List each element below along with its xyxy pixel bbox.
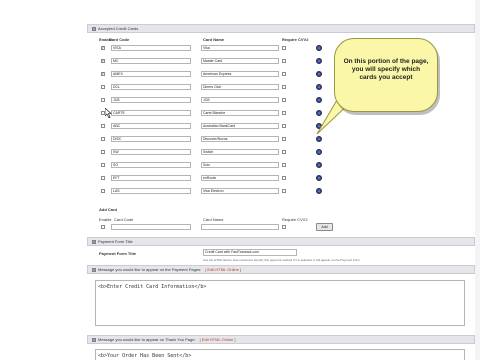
- card-name-input[interactable]: Visa: [201, 45, 279, 51]
- card-enable-checkbox[interactable]: ✓: [101, 72, 105, 76]
- card-name-input[interactable]: Diners Club: [201, 84, 279, 90]
- add-code-label: Card Code: [114, 217, 134, 222]
- card-code-input[interactable]: AMEX: [111, 71, 191, 77]
- card-cvv-checkbox[interactable]: [282, 59, 286, 63]
- card-code-input[interactable]: CARTE: [111, 110, 191, 116]
- card-cvv-checkbox[interactable]: [282, 137, 286, 141]
- card-name-input[interactable]: enRoute: [201, 175, 279, 181]
- column-code: Card Code: [109, 37, 130, 42]
- card-cvv-checkbox[interactable]: [282, 72, 286, 76]
- card-code-input[interactable]: SO: [111, 162, 191, 168]
- delete-card-icon[interactable]: ×: [316, 149, 322, 155]
- card-name-input[interactable]: Australian BankCard: [201, 123, 279, 129]
- card-name-input[interactable]: Visa Electron: [201, 188, 279, 194]
- card-code-input[interactable]: ABC: [111, 123, 191, 129]
- thankyou-message-textarea[interactable]: <b>Your Order Has Been Sent</b>: [95, 349, 465, 360]
- card-name-input[interactable]: Carte Blanche: [201, 110, 279, 116]
- card-enable-checkbox[interactable]: [101, 163, 105, 167]
- card-enable-checkbox[interactable]: [101, 124, 105, 128]
- delete-card-icon[interactable]: ×: [316, 162, 322, 168]
- add-cvv-label: Require CVV2: [282, 217, 308, 222]
- add-enable-label: Enable: [99, 217, 112, 222]
- card-cvv-checkbox[interactable]: [282, 176, 286, 180]
- card-name-input[interactable]: American Express: [201, 71, 279, 77]
- card-row: LAS Visa Electron ×: [87, 188, 387, 196]
- card-enable-checkbox[interactable]: ✓: [101, 59, 105, 63]
- left-margin: [0, 0, 87, 360]
- payment-message-edit-link[interactable]: [ Edit HTML Online ]: [205, 267, 241, 272]
- delete-card-icon[interactable]: ×: [316, 71, 322, 77]
- payment-message-header: Message you would like to appear on the …: [87, 265, 475, 274]
- card-row: SW Switch ×: [87, 149, 387, 157]
- right-scrollbar[interactable]: [475, 0, 480, 360]
- card-name-input[interactable]: Discover/Novus: [201, 136, 279, 142]
- delete-card-icon[interactable]: ×: [316, 188, 322, 194]
- column-cvv: Require CVV2: [282, 37, 309, 42]
- card-cvv-checkbox[interactable]: [282, 46, 286, 50]
- payment-form-section-title: Payment Form Title: [98, 239, 133, 244]
- add-enable-checkbox[interactable]: [101, 225, 105, 229]
- add-code-input[interactable]: [111, 224, 191, 230]
- card-cvv-checkbox[interactable]: [282, 111, 286, 115]
- card-name-input[interactable]: Master Card: [201, 58, 279, 64]
- section-icon: [92, 267, 96, 272]
- delete-card-icon[interactable]: ×: [316, 84, 322, 90]
- card-cvv-checkbox[interactable]: [282, 124, 286, 128]
- payment-form-title-input[interactable]: Credit Card with FastTransact.com: [203, 249, 297, 256]
- add-card-button[interactable]: Add: [316, 223, 333, 231]
- card-code-input[interactable]: LAS: [111, 188, 191, 194]
- thankyou-message-header: Message you would like to appear on Than…: [87, 335, 475, 344]
- card-code-input[interactable]: VISA: [111, 45, 191, 51]
- add-name-input[interactable]: [201, 224, 279, 230]
- card-name-input[interactable]: Switch: [201, 149, 279, 155]
- payment-form-help: Use the HTML field to help customers ide…: [203, 258, 361, 262]
- card-cvv-checkbox[interactable]: [282, 189, 286, 193]
- delete-card-icon[interactable]: ×: [316, 175, 322, 181]
- section-icon: [92, 239, 96, 244]
- section-icon: [92, 337, 96, 342]
- card-code-input[interactable]: JCB: [111, 97, 191, 103]
- card-code-input[interactable]: MC: [111, 58, 191, 64]
- card-row: SO Solo ×: [87, 162, 387, 170]
- payment-form-label: Payment Form Title: [99, 251, 137, 256]
- column-name: Card Name: [203, 37, 225, 42]
- add-card-row: Add: [87, 223, 387, 232]
- add-card-title: Add Card: [99, 207, 117, 212]
- thankyou-message-title: Message you would like to appear on Than…: [98, 337, 196, 342]
- card-code-input[interactable]: EFT: [111, 175, 191, 181]
- card-enable-checkbox[interactable]: [101, 85, 105, 89]
- mouse-cursor-icon: [105, 108, 112, 118]
- card-enable-checkbox[interactable]: [101, 189, 105, 193]
- card-enable-checkbox[interactable]: [101, 98, 105, 102]
- card-code-input[interactable]: SW: [111, 149, 191, 155]
- delete-card-icon[interactable]: ×: [316, 58, 322, 64]
- card-name-input[interactable]: Solo: [201, 162, 279, 168]
- section-icon: [92, 26, 96, 31]
- card-name-input[interactable]: JCB: [201, 97, 279, 103]
- card-row: DISC Discover/Novus ×: [87, 136, 387, 144]
- card-enable-checkbox[interactable]: [101, 150, 105, 154]
- payment-message-textarea[interactable]: <b>Enter Credit Card Information</b>: [95, 280, 465, 326]
- add-name-label: Card Name: [203, 217, 224, 222]
- payment-form-header: Payment Form Title: [87, 237, 475, 246]
- delete-card-icon[interactable]: ×: [316, 136, 322, 142]
- card-row: EFT enRoute ×: [87, 175, 387, 183]
- card-enable-checkbox[interactable]: [101, 137, 105, 141]
- card-code-input[interactable]: DISC: [111, 136, 191, 142]
- accepted-cards-title: Accepted Credit Cards: [98, 26, 139, 31]
- add-cvv-checkbox[interactable]: [282, 225, 286, 229]
- accepted-cards-header: Accepted Credit Cards: [87, 24, 475, 33]
- delete-card-icon[interactable]: ×: [316, 45, 322, 51]
- instruction-callout: On this portion of the page, you will sp…: [334, 38, 438, 112]
- card-code-input[interactable]: DCL: [111, 84, 191, 90]
- card-cvv-checkbox[interactable]: [282, 85, 286, 89]
- card-enable-checkbox[interactable]: [101, 176, 105, 180]
- card-cvv-checkbox[interactable]: [282, 163, 286, 167]
- payment-message-title: Message you would like to appear on the …: [98, 267, 202, 272]
- card-cvv-checkbox[interactable]: [282, 150, 286, 154]
- card-enable-checkbox[interactable]: ✓: [101, 46, 105, 50]
- card-cvv-checkbox[interactable]: [282, 98, 286, 102]
- thankyou-message-edit-link[interactable]: [ Edit HTML Online ]: [200, 337, 236, 342]
